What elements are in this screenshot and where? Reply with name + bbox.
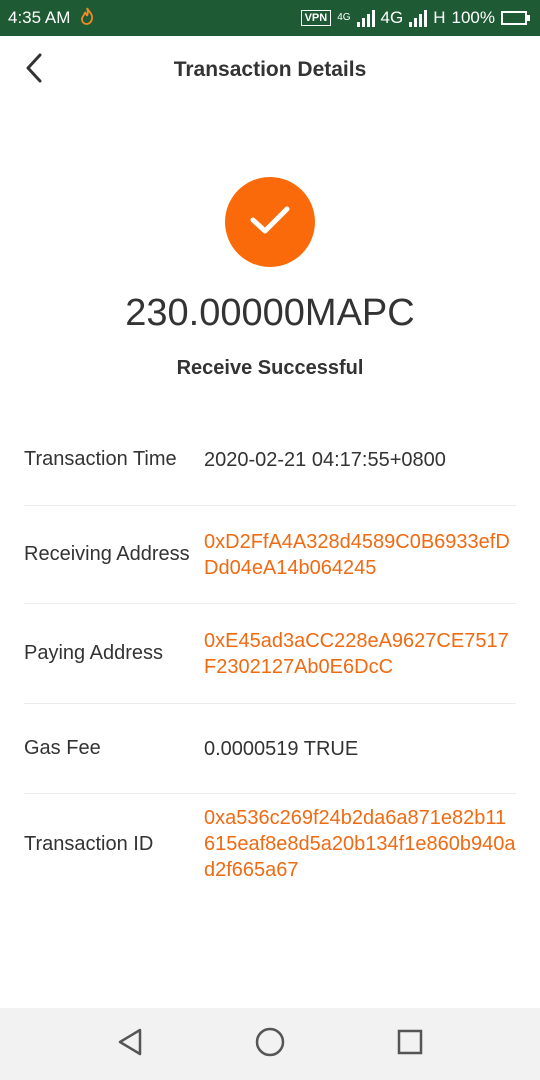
flame-icon bbox=[80, 7, 94, 30]
detail-label: Paying Address bbox=[24, 642, 163, 664]
status-bar-left: 4:35 AM bbox=[8, 7, 94, 30]
battery-icon bbox=[501, 11, 530, 25]
transaction-id-link[interactable]: 0xa536c269f24b2da6a871e82b11615eaf8e8d5a… bbox=[204, 805, 516, 883]
back-button[interactable] bbox=[14, 50, 54, 90]
page-title: Transaction Details bbox=[173, 58, 367, 81]
net-type: 4G bbox=[380, 8, 404, 27]
detail-row-paying-address: Paying Address 0xE45ad3aCC228eA9627CE751… bbox=[24, 604, 516, 704]
nav-home-button[interactable] bbox=[246, 1020, 294, 1068]
header: Transaction Details bbox=[0, 36, 540, 104]
nav-recents-button[interactable] bbox=[386, 1020, 434, 1068]
detail-label: Transaction ID bbox=[24, 832, 154, 855]
receiving-address-link[interactable]: 0xD2FfA4A328d4589C0B6933efDDd04eA14b0642… bbox=[204, 529, 516, 581]
transaction-amount: 230.00000MAPC bbox=[125, 292, 415, 334]
transaction-details-list: Transaction Time 2020-02-21 04:17:55+080… bbox=[24, 414, 516, 894]
detail-value: 2020-02-21 04:17:55+0800 bbox=[204, 448, 446, 471]
net-type-h: H bbox=[433, 8, 446, 27]
detail-label: Transaction Time bbox=[24, 448, 177, 470]
detail-row-time: Transaction Time 2020-02-21 04:17:55+080… bbox=[24, 414, 516, 506]
detail-label: Gas Fee bbox=[24, 737, 101, 759]
detail-row-receiving-address: Receiving Address 0xD2FfA4A328d4589C0B69… bbox=[24, 506, 516, 604]
status-time: 4:35 AM bbox=[8, 8, 71, 27]
transaction-status: Receive Successful bbox=[176, 357, 364, 379]
circle-home-icon bbox=[254, 1026, 286, 1063]
nav-back-button[interactable] bbox=[106, 1020, 154, 1068]
detail-label: Receiving Address bbox=[24, 543, 190, 565]
detail-row-gas-fee: Gas Fee 0.0000519 TRUE bbox=[24, 704, 516, 794]
triangle-back-icon bbox=[116, 1027, 144, 1062]
detail-value: 0.0000519 TRUE bbox=[204, 737, 359, 760]
chevron-left-icon bbox=[24, 52, 44, 89]
square-recents-icon bbox=[396, 1028, 424, 1061]
system-nav-bar bbox=[0, 1008, 540, 1080]
detail-row-transaction-id: Transaction ID 0xa536c269f24b2da6a871e82… bbox=[24, 794, 516, 894]
battery-percent: 100% bbox=[451, 8, 495, 27]
net-type-small: 4G bbox=[337, 12, 351, 23]
signal-icon-2 bbox=[409, 9, 428, 27]
vpn-badge: VPN bbox=[300, 10, 332, 26]
checkmark-icon bbox=[248, 203, 292, 242]
status-bar-right: VPN 4G 4G H 100% bbox=[300, 8, 530, 28]
signal-icon bbox=[356, 9, 375, 27]
paying-address-link[interactable]: 0xE45ad3aCC228eA9627CE7517F2302127Ab0E6D… bbox=[204, 628, 516, 680]
status-bar: 4:35 AM VPN 4G 4G H 100% bbox=[0, 0, 540, 36]
success-status-circle bbox=[225, 177, 315, 267]
